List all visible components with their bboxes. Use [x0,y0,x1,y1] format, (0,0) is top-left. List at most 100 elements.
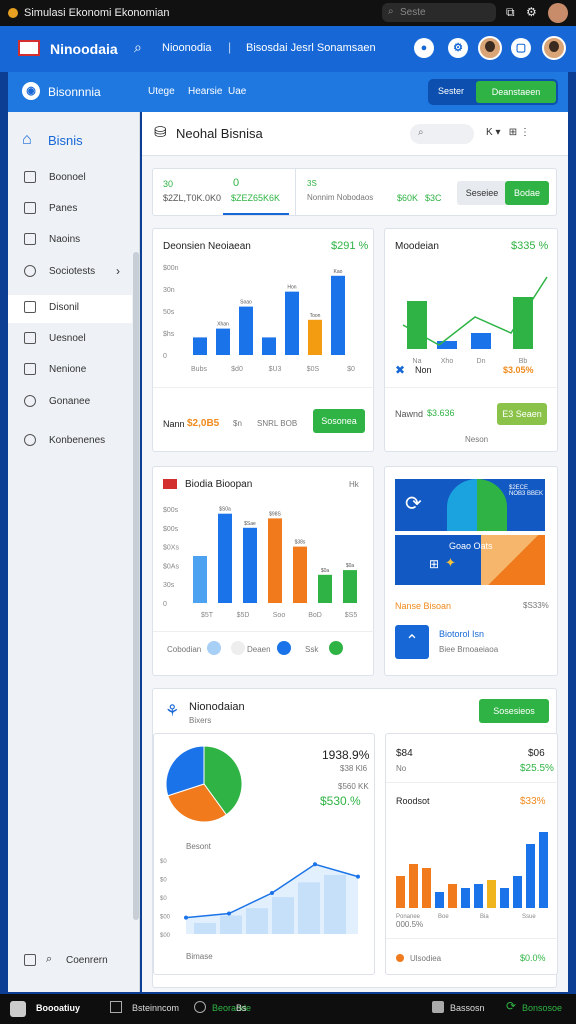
coin-icon [396,954,404,962]
tab-utege[interactable]: Utege [148,86,175,97]
tab-uae[interactable]: Uae [228,86,246,97]
e3-seaen-button[interactable]: E3 Seaen [497,403,547,425]
top-navbar: Ninoodaia ⌕ Nioonodia | Bisosdai Jesrl S… [0,26,576,72]
bar [513,876,522,908]
y-tick-label: $0 [160,878,167,884]
bar-label: $S0a [219,507,231,513]
x-tick-label: Dn [477,358,486,365]
taskbar-right[interactable]: Bonsosoe [522,1003,562,1013]
banner-text: Goao Oats [449,541,493,551]
window-search-text: Seste [400,7,426,18]
sosesieos-button[interactable]: Sosesieos [479,699,549,723]
x-tick-label: Boe [438,914,449,920]
bar [448,884,457,908]
bar [318,574,332,603]
sidebar-item-nenione[interactable]: Nenione [8,357,132,383]
header-tools[interactable]: K ▾ ⊞ ⋮ [486,127,530,138]
app-icon[interactable] [10,1001,26,1017]
sidebar-item-konbenenes[interactable]: Konbenenes [8,428,132,454]
sidebar-item-gonanee[interactable]: Gonanee [8,389,132,415]
area-point [313,862,317,867]
divider [153,387,375,388]
y-tick-label: $00s [163,526,179,533]
stat-b[interactable]: 0 $ZEZ65K6K [223,169,289,215]
card-biodia: Biodia Bioopan Hk $00s $00s $0Xs $0As 30s 0 $S… [152,466,375,676]
search-icon[interactable]: ⌕ [134,39,142,56]
bar-label: Xhan [217,322,229,328]
card-icon [24,332,36,344]
bar [239,306,253,355]
seseiee-button[interactable]: Seseiee [457,181,507,205]
sidebar-footer[interactable]: ⌕ Coenrern [8,948,132,974]
window-search[interactable]: ⌕ Seste [382,3,496,22]
taskbar-item[interactable]: Boooatiuy [36,1003,80,1013]
user-avatar[interactable] [478,36,502,60]
deanstaeen-button[interactable]: Deanstaeen [476,81,556,103]
sidebar-item-uesnoel[interactable]: Uesnoel [8,326,132,352]
header-search[interactable]: ⌕ [410,124,474,144]
sidebar-item-naoins[interactable]: Naoins [8,227,132,253]
sester-button[interactable]: Sester [438,86,464,96]
sidebar-item-bisnis[interactable]: ⌂ Bisnis [8,126,132,156]
sidebar-item-boonoel[interactable]: Boonoel [8,165,132,191]
stat-b-top: 0 [233,177,240,189]
taskbar-item[interactable]: Bassosn [450,1003,485,1013]
section-title[interactable]: Bisosdai Jesrl Sonamsaen [246,42,376,54]
grid-icon [24,363,36,375]
bar-label: $38s [295,540,306,546]
bar [396,876,405,908]
taskbar-item[interactable]: Bs [236,1003,247,1013]
stats-row: 30 $2ZL,T0K.0K0 0 $ZEZ65K6K 3S Nonnim No… [152,168,557,216]
card-title: Moodeian [395,241,439,252]
bar-label: $0a [321,568,330,574]
sidebar-scrollbar[interactable] [133,252,139,920]
taskbar-item[interactable]: Bsteinncom [132,1003,179,1013]
window-avatar[interactable] [548,3,568,23]
x-tick-label: $U3 [269,366,282,373]
x-tick-label: Bb [519,358,528,365]
footer-mid: $n [233,419,242,428]
stat-c-top: 3S [307,179,317,188]
footer-label: Ulsodiea [410,954,442,963]
profile-avatar[interactable] [542,36,566,60]
r2-right: $25.5% [520,763,554,774]
bar [193,337,207,355]
nav-link[interactable]: Nioonodia [162,42,212,54]
notification-icon[interactable]: ● [414,38,434,58]
settings-icon[interactable]: ⚙ [526,5,537,19]
bar [500,888,509,908]
x-tick-label: Ssue [522,914,536,920]
sidebar-item-label: Boonoel [49,172,86,183]
y-tick-label: 30s [163,582,175,589]
brand-name[interactable]: Ninoodaia [50,41,118,57]
card-corner[interactable]: Hk [349,480,359,489]
stat-a-top: 30 [163,179,174,189]
x-tick-label: BoD [308,612,322,619]
bodae-button[interactable]: Bodae [505,181,549,205]
card-value: $S33% [523,601,549,610]
sub-title: Biotorol Isn [439,629,485,639]
sidebar-item-panes[interactable]: Panes [8,196,132,222]
chart-icon: ⚘ [165,703,180,720]
y-tick-label: $0 [160,896,167,902]
legend-dot-grey [231,641,245,655]
stat-a[interactable]: 30 $2ZL,T0K.0K0 [157,173,221,211]
sidebar-item-sociotests[interactable]: Sociotests › [8,259,132,285]
tab-hearsie[interactable]: Hearsie [188,86,222,97]
home-icon[interactable]: ◉ [22,82,40,100]
bar [216,328,230,355]
bar-label: Toon [310,313,321,319]
pie-card: 1938.9% $38 Kl6 $560 KK $530.% Besont $0… [153,733,375,975]
sosonea-button[interactable]: Sosonea [313,409,365,433]
bar [407,301,427,349]
sidebar-item-disonil[interactable]: Disonil [8,295,132,323]
network-icon: ⟳ [405,493,422,515]
new-window-icon[interactable]: ⧉ [506,5,515,20]
page-icon [24,171,36,183]
y-tick-label: $hs [163,331,175,338]
y-tick-label: 50s [163,309,175,316]
pie-label2: $560 KK [338,782,369,791]
window-icon[interactable]: ▢ [511,38,531,58]
settings-icon[interactable]: ⚙ [448,38,468,58]
x-tick-label: $S5 [345,612,358,619]
